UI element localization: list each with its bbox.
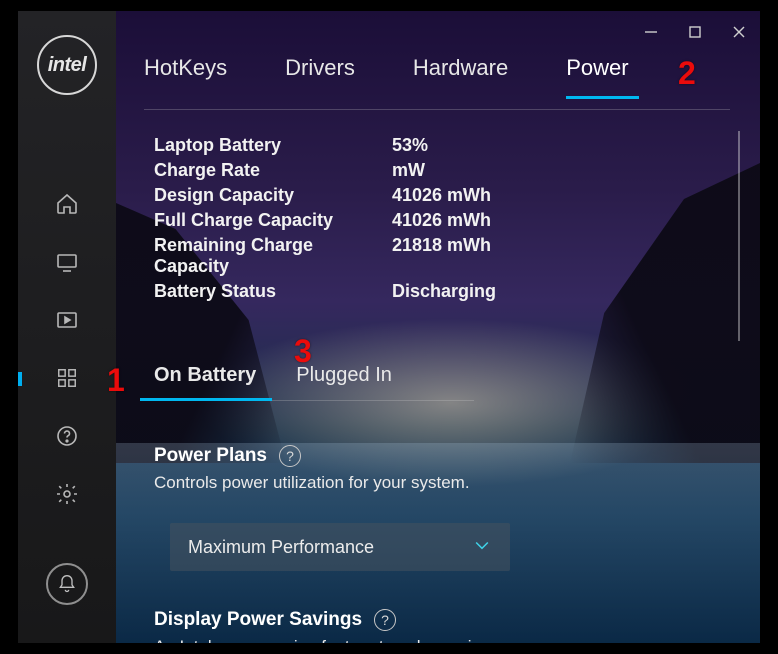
close-icon [732, 25, 746, 39]
maximize-icon [689, 26, 701, 38]
power-plans-title: Power Plans [154, 445, 267, 467]
minimize-icon [644, 25, 658, 39]
grid-icon [56, 367, 78, 389]
tab-hotkeys[interactable]: HotKeys [144, 55, 227, 81]
tab-hardware[interactable]: Hardware [413, 55, 508, 81]
stat-value-design-capacity: 41026 mWh [392, 185, 730, 206]
nav-settings[interactable] [53, 480, 81, 508]
main-panel: HotKeys Drivers Hardware Power Laptop Ba… [116, 11, 760, 643]
subtab-plugged-in[interactable]: Plugged In [296, 364, 392, 401]
nav-video[interactable] [53, 306, 81, 334]
power-plans-title-row: Power Plans ? [154, 445, 730, 467]
nav-grid[interactable] [53, 364, 81, 392]
stat-value-status: Discharging [392, 281, 730, 302]
play-screen-icon [55, 308, 79, 332]
subtab-on-battery[interactable]: On Battery [154, 364, 256, 401]
help-circle-icon [55, 424, 79, 448]
intel-logo: intel [37, 35, 97, 95]
stat-value-remaining: 21818 mWh [392, 235, 730, 277]
display-savings-title: Display Power Savings [154, 609, 362, 631]
maximize-button[interactable] [686, 23, 704, 41]
nav-help[interactable] [53, 422, 81, 450]
bell-icon [57, 574, 77, 594]
power-plan-dropdown[interactable]: Maximum Performance [170, 523, 510, 571]
battery-stats: Laptop Battery 53% Charge Rate mW Design… [154, 135, 730, 302]
nav-display[interactable] [53, 248, 81, 276]
stat-value-full-charge: 41026 mWh [392, 210, 730, 231]
tab-drivers[interactable]: Drivers [285, 55, 355, 81]
power-subtabs: On Battery Plugged In [154, 364, 730, 401]
stat-label-design-capacity: Design Capacity [154, 185, 392, 206]
stat-label-laptop-battery: Laptop Battery [154, 135, 392, 156]
window-controls [642, 23, 748, 41]
stat-label-remaining: Remaining Charge Capacity [154, 235, 392, 277]
monitor-icon [55, 250, 79, 274]
stat-label-charge-rate: Charge Rate [154, 160, 392, 181]
power-plan-selected: Maximum Performance [188, 537, 374, 558]
tab-power[interactable]: Power [566, 55, 628, 81]
gear-icon [55, 482, 79, 506]
content: Laptop Battery 53% Charge Rate mW Design… [154, 135, 730, 643]
power-plans-help[interactable]: ? [279, 445, 301, 467]
nav-home[interactable] [53, 190, 81, 218]
scrollbar[interactable] [738, 131, 740, 341]
stat-label-status: Battery Status [154, 281, 392, 302]
chevron-down-icon [472, 535, 492, 560]
display-savings-desc: An Intel power saving feature to enhance… [154, 637, 730, 643]
stat-value-charge-rate: mW [392, 160, 730, 181]
sidebar: intel [18, 11, 116, 643]
stat-label-full-charge: Full Charge Capacity [154, 210, 392, 231]
display-savings-title-row: Display Power Savings ? [154, 609, 730, 631]
close-button[interactable] [730, 23, 748, 41]
stat-value-laptop-battery: 53% [392, 135, 730, 156]
display-savings-help[interactable]: ? [374, 609, 396, 631]
top-tabs: HotKeys Drivers Hardware Power [144, 55, 760, 97]
notifications-button[interactable] [46, 563, 88, 605]
tab-underline [144, 109, 730, 110]
home-icon [55, 192, 79, 216]
sidebar-nav [53, 190, 81, 508]
minimize-button[interactable] [642, 23, 660, 41]
power-plans-desc: Controls power utilization for your syst… [154, 473, 730, 493]
